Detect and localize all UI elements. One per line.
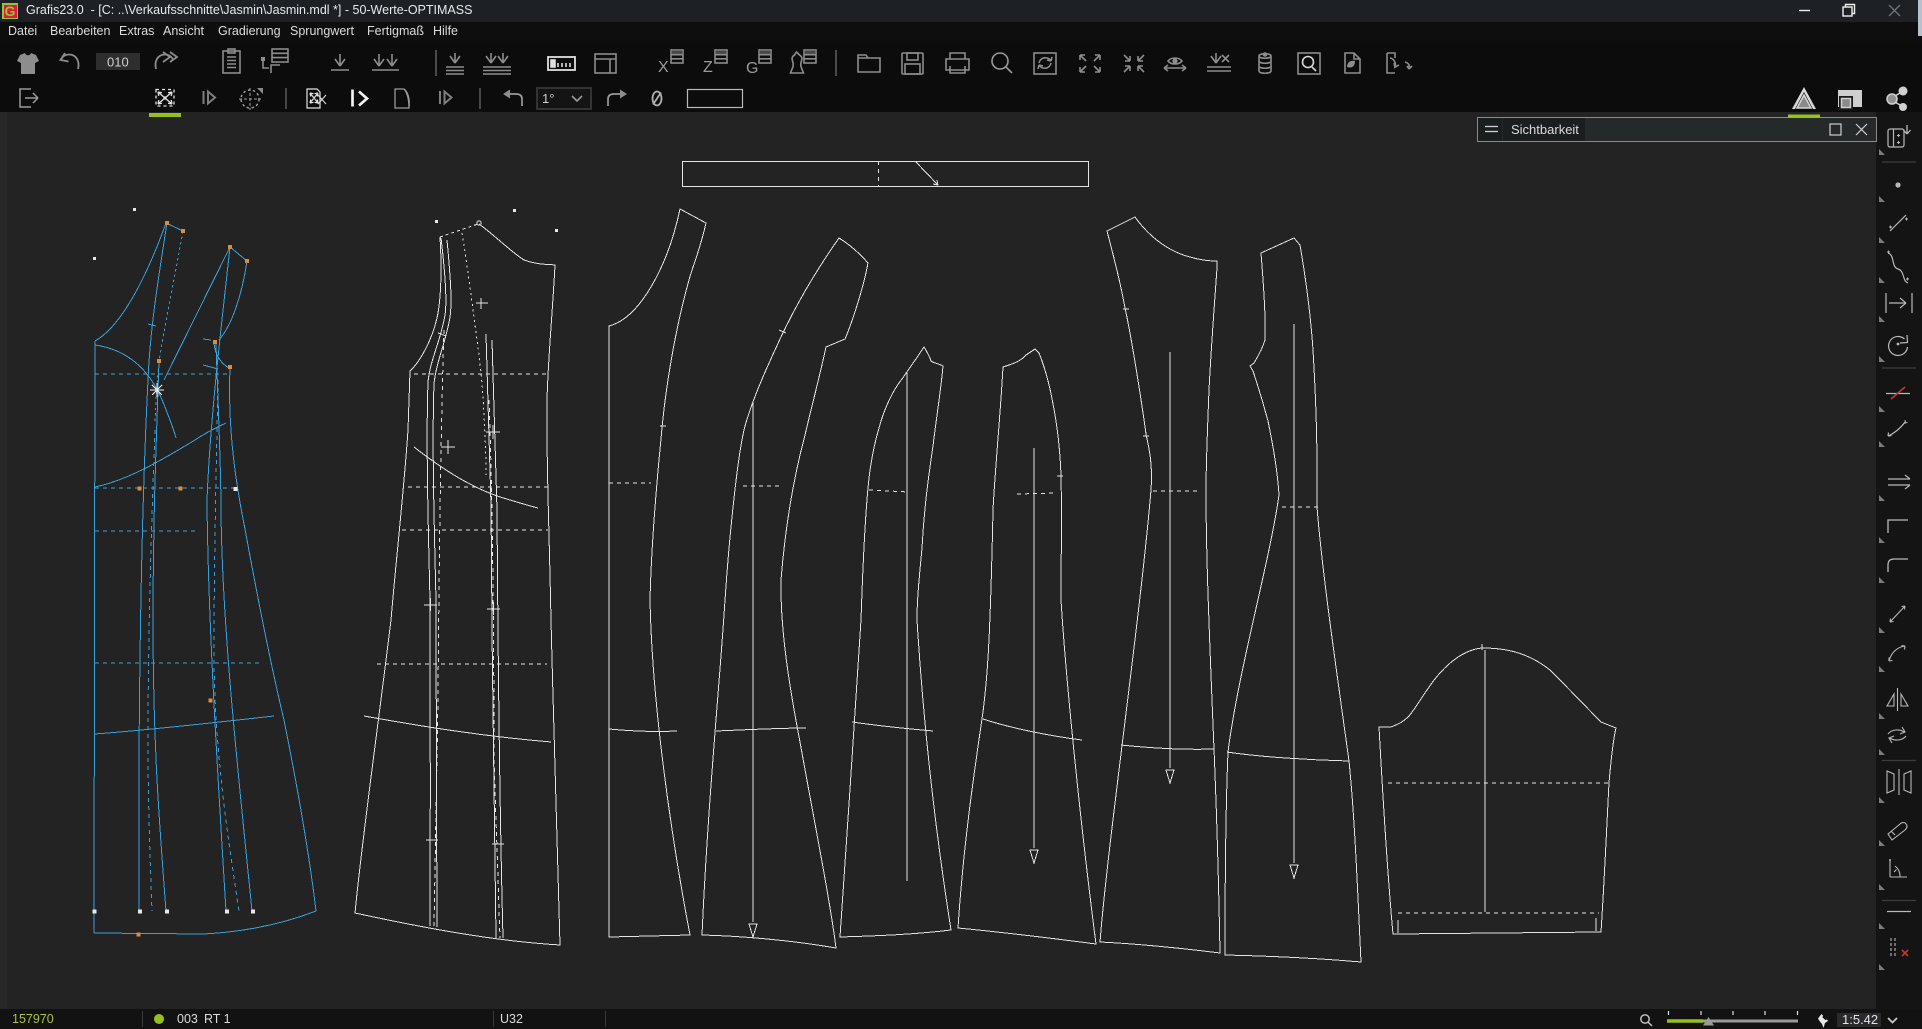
svg-text:Z: Z [703, 59, 713, 76]
svg-text:U32: U32 [500, 1012, 523, 1026]
svg-text:Sichtbarkeit: Sichtbarkeit [1511, 122, 1579, 137]
svg-text:157970: 157970 [12, 1012, 54, 1026]
svg-text:X: X [658, 59, 669, 76]
svg-text:1°: 1° [542, 91, 554, 106]
svg-text:G: G [746, 60, 758, 77]
svg-text:RT 1: RT 1 [204, 1012, 231, 1026]
svg-text:003: 003 [177, 1012, 198, 1026]
svg-text:1:5.42: 1:5.42 [1842, 1012, 1878, 1027]
svg-text:010: 010 [107, 55, 129, 70]
